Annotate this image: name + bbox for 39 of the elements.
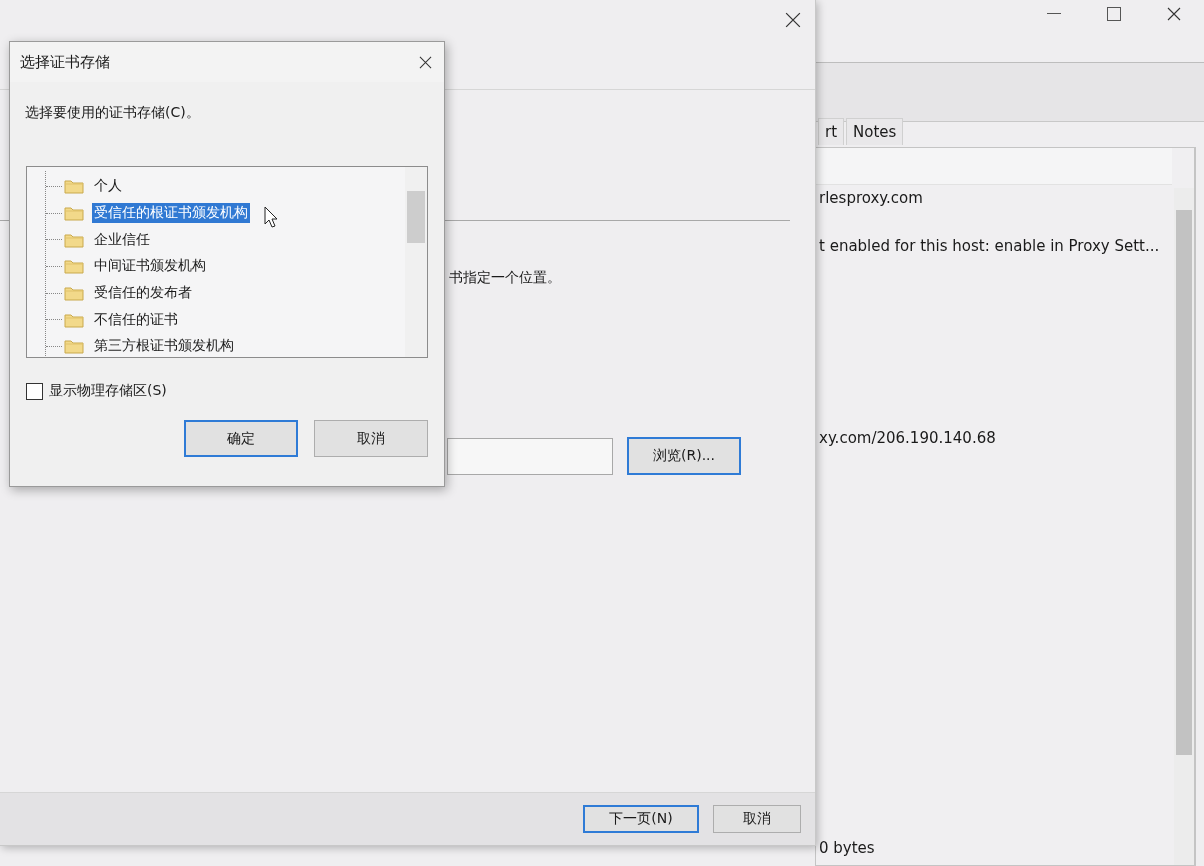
close-icon[interactable] (1167, 7, 1181, 21)
store-tree[interactable]: 个人 受信任的根证书颁发机构 企业信任 中间证书颁发机构 受信任的发布者 不信任的证书 第三方根证书颁发机构 (26, 166, 428, 358)
tree-item[interactable]: 第三方根证书颁发机构 (92, 336, 236, 357)
folder-icon (64, 178, 84, 195)
folder-icon (64, 285, 84, 302)
detail-text: xy.com/206.190.140.68 (819, 429, 997, 449)
close-icon[interactable] (785, 12, 801, 28)
checkbox[interactable]: 显示物理存储区(S) (26, 382, 444, 400)
tree-item[interactable]: 受信任的发布者 (92, 283, 194, 304)
tree-item[interactable]: 个人 (92, 176, 124, 197)
instruction-text: 书指定一个位置。 (449, 269, 562, 287)
tree-item[interactable]: 企业信任 (92, 229, 152, 250)
tab[interactable]: rt (818, 118, 845, 145)
folder-icon (64, 338, 84, 355)
tree-item[interactable]: 受信任的根证书颁发机构 (92, 203, 250, 224)
cancel-button[interactable]: 取消 (713, 805, 801, 833)
maximize-icon[interactable] (1107, 7, 1121, 21)
minimize-icon[interactable] (1047, 13, 1061, 15)
scrollbar[interactable] (405, 167, 427, 357)
browse-button[interactable]: 浏览(R)... (627, 437, 741, 475)
tab[interactable]: Notes (846, 118, 904, 145)
detail-text: t enabled for this host: enable in Proxy Sett... (819, 237, 1161, 257)
detail-text: rlesproxy.com (819, 189, 924, 209)
prompt-text: 选择要使用的证书存储(C)。 (25, 104, 201, 122)
tree-item[interactable]: 不信任的证书 (92, 309, 180, 330)
scrollbar[interactable] (1174, 188, 1194, 865)
folder-icon (64, 205, 84, 222)
close-icon[interactable] (419, 55, 432, 69)
ok-button[interactable]: 确定 (184, 420, 298, 457)
folder-icon (64, 231, 84, 248)
folder-icon (64, 311, 84, 328)
cursor-icon (264, 206, 278, 228)
file-path-field[interactable] (447, 437, 613, 475)
tree-item[interactable]: 中间证书颁发机构 (92, 256, 208, 277)
detail-text: 0 bytes (819, 839, 876, 859)
next-button[interactable]: 下一页(N) (583, 805, 699, 833)
cancel-button[interactable]: 取消 (314, 420, 428, 457)
dialog-title: 选择证书存储 (20, 52, 110, 72)
folder-icon (64, 258, 84, 275)
